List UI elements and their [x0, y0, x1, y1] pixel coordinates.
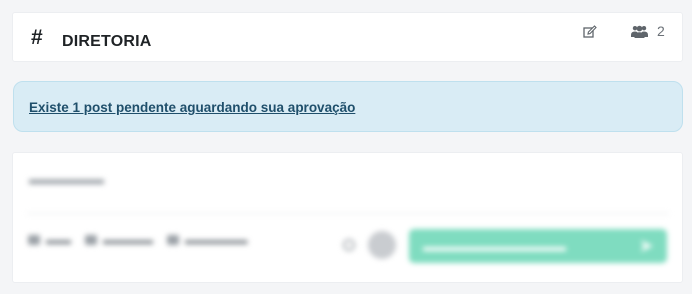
members-button[interactable]: 2: [631, 22, 665, 40]
publish-label: ▬▬▬▬▬▬▬▬▬▬▬: [423, 238, 566, 254]
attach-file-button[interactable]: ▬▬▬▬: [85, 233, 153, 247]
channel-title: DIRETORIA: [62, 33, 152, 50]
image-icon: [28, 235, 40, 245]
attachment-icon: [167, 235, 179, 245]
file-icon: [85, 235, 97, 245]
members-count: 2: [657, 23, 665, 39]
edit-icon: [583, 25, 597, 38]
edit-channel-button[interactable]: [581, 23, 599, 41]
send-icon: [641, 240, 653, 252]
publish-button[interactable]: ▬▬▬▬▬▬▬▬▬▬▬: [409, 229, 667, 263]
pending-posts-link[interactable]: Existe 1 post pendente aguardando sua ap…: [29, 100, 355, 115]
pending-posts-alert: Existe 1 post pendente aguardando sua ap…: [13, 81, 683, 132]
composer-toolbar: ▬▬ ▬▬▬▬ ▬▬▬▬▬: [28, 233, 248, 247]
attach-photo-button[interactable]: ▬▬: [28, 233, 71, 247]
post-composer: ▬▬▬▬▬ ▬▬ ▬▬▬▬ ▬▬▬▬▬ ▬▬▬▬▬▬▬▬▬▬▬: [12, 152, 683, 283]
visibility-icon[interactable]: [343, 239, 355, 251]
composer-input[interactable]: ▬▬▬▬▬: [29, 171, 104, 188]
attach-other-button[interactable]: ▬▬▬▬▬: [167, 233, 248, 247]
channel-header: # DIRETORIA 2: [12, 12, 683, 62]
users-icon: [631, 25, 648, 38]
hash-icon: #: [31, 26, 43, 49]
composer-divider: [27, 213, 669, 214]
avatar: [368, 231, 396, 259]
